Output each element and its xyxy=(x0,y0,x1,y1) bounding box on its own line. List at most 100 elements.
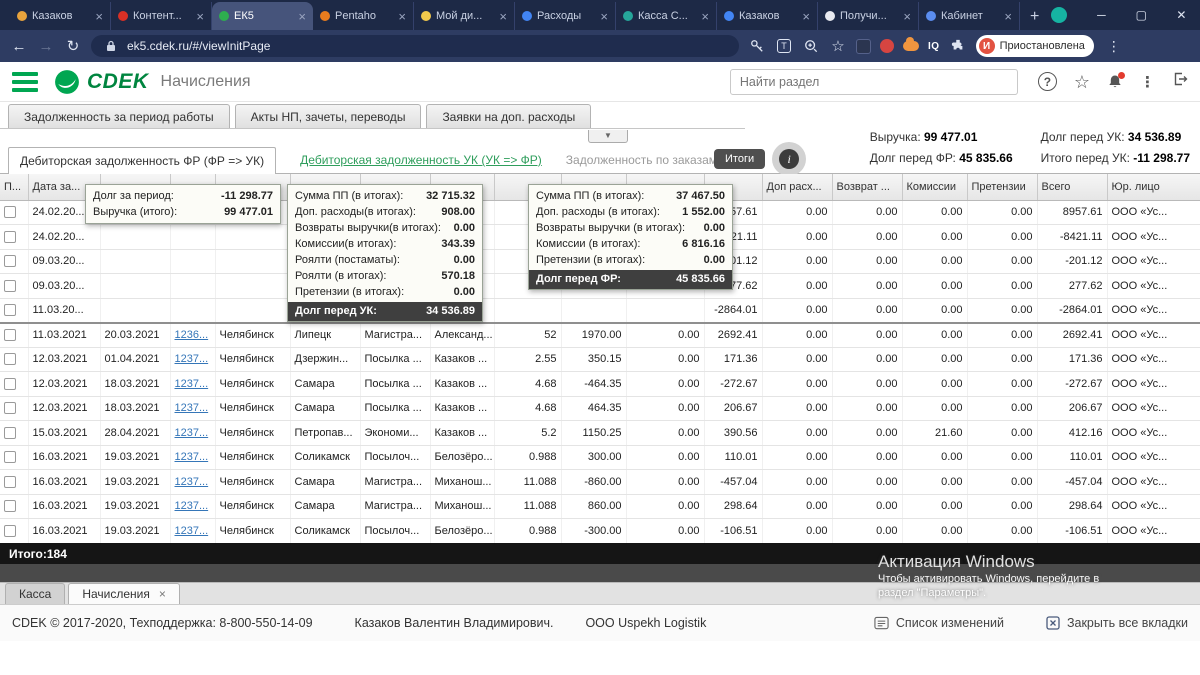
row-checkbox[interactable] xyxy=(4,377,16,390)
table-cell[interactable]: 1236... xyxy=(170,321,216,348)
sub-tab[interactable]: Дебиторская задолженность ФР (ФР => УК) xyxy=(8,147,277,174)
tabs-expand-button[interactable]: ▼ xyxy=(588,130,628,143)
main-tab[interactable]: Задолженность за период работы xyxy=(8,104,230,128)
row-checkbox[interactable] xyxy=(4,451,16,464)
extension-icon-dark[interactable] xyxy=(856,38,871,54)
tab-close-icon[interactable]: × xyxy=(95,9,103,24)
table-cell[interactable]: 1237... xyxy=(170,347,216,372)
browser-tab[interactable]: Получи... × xyxy=(818,2,919,30)
cdek-logo[interactable]: CDEK xyxy=(54,69,149,95)
table-row[interactable]: 16.03.2021 19.03.2021 1237... Челябинск Сама… xyxy=(0,469,1200,495)
table-row[interactable]: 16.03.2021 19.03.2021 1237... Челябинск Соли… xyxy=(0,518,1200,543)
profile-sync-icon[interactable] xyxy=(1051,7,1068,23)
notifications-bell-icon[interactable] xyxy=(1107,71,1125,90)
row-checkbox[interactable] xyxy=(4,255,16,268)
workspace-tab[interactable]: Касса xyxy=(5,583,66,604)
table-row[interactable]: 12.03.2021 18.03.2021 1237... Челябинск Сама… xyxy=(0,371,1200,397)
column-header[interactable]: Всего xyxy=(1037,174,1108,201)
row-checkbox[interactable] xyxy=(4,475,16,488)
tab-close-icon[interactable]: × xyxy=(1004,9,1012,24)
tab-close-icon[interactable]: × xyxy=(398,9,406,24)
row-checkbox[interactable] xyxy=(4,206,16,219)
section-search-input[interactable] xyxy=(729,68,1018,95)
key-icon[interactable] xyxy=(748,37,766,55)
table-cell[interactable]: 1237... xyxy=(170,445,216,470)
new-tab-button[interactable]: + xyxy=(1020,8,1051,30)
tab-close-icon[interactable]: × xyxy=(903,9,911,24)
sub-tab[interactable]: Дебиторская задолженность УК (УК => ФР) xyxy=(300,147,542,173)
tab-close-icon[interactable]: × xyxy=(196,9,204,24)
row-checkbox[interactable] xyxy=(4,279,16,292)
logout-icon[interactable] xyxy=(1172,71,1188,92)
table-row[interactable]: 15.03.2021 28.04.2021 1237... Челябинск Петр… xyxy=(0,420,1200,446)
browser-tab[interactable]: Казаков × xyxy=(717,2,818,30)
column-header[interactable]: Комиссии xyxy=(902,174,968,201)
table-row[interactable]: 11.03.20... -2864.01 0.00 0.00 0.00 0.00 -2864… xyxy=(0,298,1200,323)
browser-tab[interactable]: Кабинет × xyxy=(919,2,1020,30)
column-header[interactable]: Претензии xyxy=(967,174,1038,201)
zoom-icon[interactable] xyxy=(802,37,820,55)
bookmark-star-icon[interactable]: ☆ xyxy=(829,37,847,55)
workspace-tab[interactable]: Начисления × xyxy=(68,583,180,604)
tab-close-icon[interactable]: × xyxy=(600,9,608,24)
table-cell[interactable]: 1237... xyxy=(170,469,216,495)
browser-tab[interactable]: Мой ди... × xyxy=(414,2,515,30)
extension-icon-cloud[interactable] xyxy=(903,37,919,51)
row-checkbox[interactable] xyxy=(4,524,16,537)
table-row[interactable]: 12.03.2021 01.04.2021 1237... Челябинск Дзер… xyxy=(0,347,1200,372)
browser-tab[interactable]: Расходы × xyxy=(515,2,616,30)
browser-profile-chip[interactable]: И Приостановлена xyxy=(975,35,1094,57)
table-cell[interactable]: 1237... xyxy=(170,518,216,543)
row-checkbox[interactable] xyxy=(4,500,16,513)
column-header[interactable]: Юр. лицо xyxy=(1107,174,1200,201)
more-menu-icon[interactable]: ⋮ xyxy=(1140,73,1155,91)
column-header[interactable]: Доп расх... xyxy=(762,174,833,201)
help-icon[interactable]: ? xyxy=(1037,72,1057,91)
main-tab[interactable]: Акты НП, зачеты, переводы xyxy=(234,104,422,128)
favorites-star-icon[interactable]: ☆ xyxy=(1074,73,1090,91)
column-header[interactable]: П... xyxy=(0,174,29,201)
sub-tab[interactable]: Задолженность по заказам xyxy=(566,147,717,173)
table-row[interactable]: 16.03.2021 19.03.2021 1237... Челябинск Сама… xyxy=(0,494,1200,519)
row-checkbox[interactable] xyxy=(4,230,16,243)
window-close-icon[interactable]: ✕ xyxy=(1161,0,1200,30)
forward-icon[interactable]: → xyxy=(37,38,55,55)
browser-menu-icon[interactable]: ⋮ xyxy=(1103,38,1125,55)
table-cell[interactable]: 1237... xyxy=(170,396,216,421)
url-bar[interactable]: ek5.cdek.ru/#/viewInitPage xyxy=(91,35,739,57)
extension-icon-iq[interactable]: IQ xyxy=(928,41,940,52)
table-cell[interactable]: 1237... xyxy=(170,494,216,519)
tab-close-icon[interactable]: × xyxy=(802,9,810,24)
extension-icon-adblock[interactable] xyxy=(880,39,894,53)
table-cell[interactable]: 1237... xyxy=(170,420,216,446)
browser-tab[interactable]: Pentaho × xyxy=(313,2,414,30)
translate-icon[interactable]: Т xyxy=(775,37,793,55)
tab-close-icon[interactable]: × xyxy=(298,9,306,24)
browser-tab[interactable]: ЕК5 × xyxy=(212,2,313,30)
workspace-tab-close-icon[interactable]: × xyxy=(159,587,166,601)
start-button[interactable] xyxy=(0,641,40,675)
back-icon[interactable]: ← xyxy=(10,38,28,55)
row-checkbox[interactable] xyxy=(4,304,16,317)
browser-tab[interactable]: Казаков × xyxy=(10,2,111,30)
browser-tab[interactable]: Касса С... × xyxy=(616,2,717,30)
reload-icon[interactable]: ↻ xyxy=(64,37,82,55)
totals-info-icon[interactable]: i xyxy=(772,142,807,176)
extensions-puzzle-icon[interactable] xyxy=(949,37,967,55)
window-maximize-icon[interactable]: ▢ xyxy=(1121,0,1161,30)
row-checkbox[interactable] xyxy=(4,329,16,342)
tab-close-icon[interactable]: × xyxy=(499,9,507,24)
column-header[interactable]: Возврат ... xyxy=(832,174,903,201)
row-checkbox[interactable] xyxy=(4,353,16,366)
changes-list-link[interactable]: Список изменений xyxy=(874,616,1004,630)
main-tab[interactable]: Заявки на доп. расходы xyxy=(426,104,592,128)
row-checkbox[interactable] xyxy=(4,402,16,415)
table-row[interactable]: 16.03.2021 19.03.2021 1237... Челябинск Соли… xyxy=(0,445,1200,470)
table-cell[interactable]: 1237... xyxy=(170,371,216,397)
window-minimize-icon[interactable]: ─ xyxy=(1081,0,1121,30)
close-all-tabs-link[interactable]: Закрыть все вкладки xyxy=(1046,616,1188,630)
browser-tab[interactable]: Контент... × xyxy=(111,2,212,30)
table-row[interactable]: 12.03.2021 18.03.2021 1237... Челябинск Сама… xyxy=(0,396,1200,421)
tab-close-icon[interactable]: × xyxy=(701,9,709,24)
table-row[interactable]: 11.03.2021 20.03.2021 1236... Челябинск Липе… xyxy=(0,321,1200,348)
